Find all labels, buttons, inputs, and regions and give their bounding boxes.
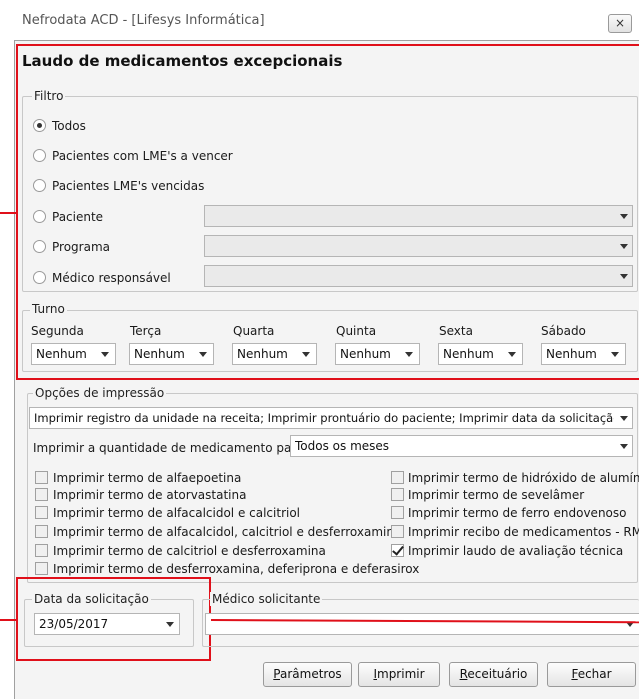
highlight-connector-left bbox=[0, 212, 16, 214]
radio-pacientes-lme-vencidas[interactable] bbox=[33, 179, 46, 192]
checkbox-sevelamer[interactable] bbox=[391, 488, 404, 501]
checkbox-label-atorvastatina: Imprimir termo de atorvastatina bbox=[53, 488, 247, 502]
day-label-quarta: Quarta bbox=[233, 324, 275, 338]
radio-label-pacientes-lme-vencidas: Pacientes LME's vencidas bbox=[52, 179, 205, 193]
checkbox-hidroxido-aluminio[interactable] bbox=[391, 471, 404, 484]
medico-responsavel-select[interactable] bbox=[204, 265, 633, 287]
paciente-select[interactable] bbox=[204, 205, 633, 227]
receituario-button[interactable]: Receituário bbox=[449, 662, 538, 687]
turno-legend: Turno bbox=[30, 302, 67, 316]
checkbox-label-alfaepoetina: Imprimir termo de alfaepoetina bbox=[53, 471, 242, 485]
highlight-connector-date bbox=[0, 619, 16, 621]
imprimir-button[interactable]: Imprimir bbox=[358, 662, 440, 687]
terca-select[interactable]: Nenhum bbox=[129, 343, 214, 365]
data-solicitacao-value: 23/05/2017 bbox=[39, 617, 109, 631]
quantity-label: Imprimir a quantidade de medicamento par… bbox=[33, 441, 304, 455]
chevron-down-icon bbox=[508, 352, 516, 357]
medico-solicitante-select[interactable] bbox=[205, 613, 639, 635]
chevron-down-icon bbox=[166, 622, 174, 627]
checkbox-label-desferroxamina-deferiprona-deferasirox: Imprimir termo de desferroxamina, deferi… bbox=[53, 562, 420, 576]
radio-pacientes-lme-vencer[interactable] bbox=[33, 149, 46, 162]
medico-solicitante-legend: Médico solicitante bbox=[210, 592, 323, 606]
radio-todos[interactable] bbox=[33, 119, 46, 132]
checkbox-label-ferro-endovenoso: Imprimir termo de ferro endovenoso bbox=[408, 506, 627, 520]
checkbox-ferro-endovenoso[interactable] bbox=[391, 506, 404, 519]
radio-medico-responsavel[interactable] bbox=[33, 271, 46, 284]
quinta-select[interactable]: Nenhum bbox=[335, 343, 420, 365]
checkbox-label-sevelamer: Imprimir termo de sevelâmer bbox=[408, 488, 585, 502]
segunda-value: Nenhum bbox=[36, 347, 87, 361]
chevron-down-icon bbox=[620, 214, 628, 219]
data-solicitacao-picker[interactable]: 23/05/2017 bbox=[34, 613, 180, 635]
checkbox-recibo-rme[interactable] bbox=[391, 525, 404, 538]
terca-value: Nenhum bbox=[134, 347, 185, 361]
checkbox-label-alfacalcidol-calcitriol-desferroxamina: Imprimir termo de alfacalcidol, calcitri… bbox=[53, 525, 402, 539]
chevron-down-icon bbox=[620, 244, 628, 249]
sexta-value: Nenhum bbox=[443, 347, 494, 361]
chevron-down-icon bbox=[405, 352, 413, 357]
radio-programa[interactable] bbox=[33, 240, 46, 253]
chevron-down-icon bbox=[101, 352, 109, 357]
sabado-value: Nenhum bbox=[546, 347, 597, 361]
sabado-select[interactable]: Nenhum bbox=[541, 343, 626, 365]
checkbox-alfacalcidol-calcitriol[interactable] bbox=[35, 506, 48, 519]
radio-label-pacientes-lme-vencer: Pacientes com LME's a vencer bbox=[52, 149, 233, 163]
checkbox-calcitriol-desferroxamina[interactable] bbox=[35, 544, 48, 557]
fechar-button[interactable]: Fechar bbox=[547, 662, 636, 687]
data-solicitacao-legend: Data da solicitação bbox=[32, 592, 151, 606]
quarta-select[interactable]: Nenhum bbox=[232, 343, 317, 365]
radio-label-todos: Todos bbox=[52, 119, 86, 133]
checkbox-label-laudo-avaliacao-tecnica: Imprimir laudo de avaliação técnica bbox=[408, 544, 624, 558]
chevron-down-icon bbox=[620, 416, 628, 421]
parametros-button[interactable]: Parâmetros bbox=[263, 662, 352, 687]
chevron-down-icon bbox=[611, 352, 619, 357]
chevron-down-icon bbox=[302, 352, 310, 357]
checkbox-label-calcitriol-desferroxamina: Imprimir termo de calcitriol e desferrox… bbox=[53, 544, 326, 558]
checkbox-alfaepoetina[interactable] bbox=[35, 471, 48, 484]
quinta-value: Nenhum bbox=[340, 347, 391, 361]
filtro-group bbox=[22, 96, 638, 292]
day-label-sexta: Sexta bbox=[439, 324, 473, 338]
checkbox-label-alfacalcidol-calcitriol: Imprimir termo de alfacalcidol e calcitr… bbox=[53, 506, 301, 520]
day-label-quinta: Quinta bbox=[336, 324, 377, 338]
window-title: Nefrodata ACD - [Lifesys Informática] bbox=[22, 13, 265, 28]
day-label-sabado: Sábado bbox=[541, 324, 586, 338]
quantity-select[interactable]: Todos os meses bbox=[290, 435, 633, 457]
impressao-legend: Opções de impressão bbox=[33, 386, 167, 400]
programa-select[interactable] bbox=[204, 235, 633, 257]
radio-paciente[interactable] bbox=[33, 210, 46, 223]
chevron-down-icon bbox=[620, 444, 628, 449]
day-label-segunda: Segunda bbox=[31, 324, 84, 338]
checkbox-alfacalcidol-calcitriol-desferroxamina[interactable] bbox=[35, 525, 48, 538]
checkbox-label-hidroxido-aluminio: Imprimir termo de hidróxido de alumínio bbox=[408, 471, 639, 485]
checkbox-label-recibo-rme: Imprimir recibo de medicamentos - RME bbox=[408, 525, 639, 539]
radio-label-medico-responsavel: Médico responsável bbox=[52, 271, 171, 285]
quantity-value: Todos os meses bbox=[295, 439, 390, 453]
day-label-terca: Terça bbox=[130, 324, 162, 338]
segunda-select[interactable]: Nenhum bbox=[31, 343, 116, 365]
radio-label-paciente: Paciente bbox=[52, 210, 104, 224]
close-button[interactable]: × bbox=[608, 14, 632, 33]
checkbox-atorvastatina[interactable] bbox=[35, 488, 48, 501]
checkbox-desferroxamina-deferiprona-deferasirox[interactable] bbox=[35, 562, 48, 575]
chevron-down-icon bbox=[620, 274, 628, 279]
filtro-legend: Filtro bbox=[32, 89, 66, 103]
page-title: Laudo de medicamentos excepcionais bbox=[22, 52, 343, 70]
print-items-value: Imprimir registro da unidade na receita;… bbox=[34, 411, 614, 425]
print-items-select[interactable]: Imprimir registro da unidade na receita;… bbox=[29, 407, 633, 429]
chevron-down-icon bbox=[199, 352, 207, 357]
quarta-value: Nenhum bbox=[237, 347, 288, 361]
checkbox-laudo-avaliacao-tecnica[interactable] bbox=[391, 544, 404, 557]
sexta-select[interactable]: Nenhum bbox=[438, 343, 523, 365]
radio-label-programa: Programa bbox=[52, 240, 110, 254]
